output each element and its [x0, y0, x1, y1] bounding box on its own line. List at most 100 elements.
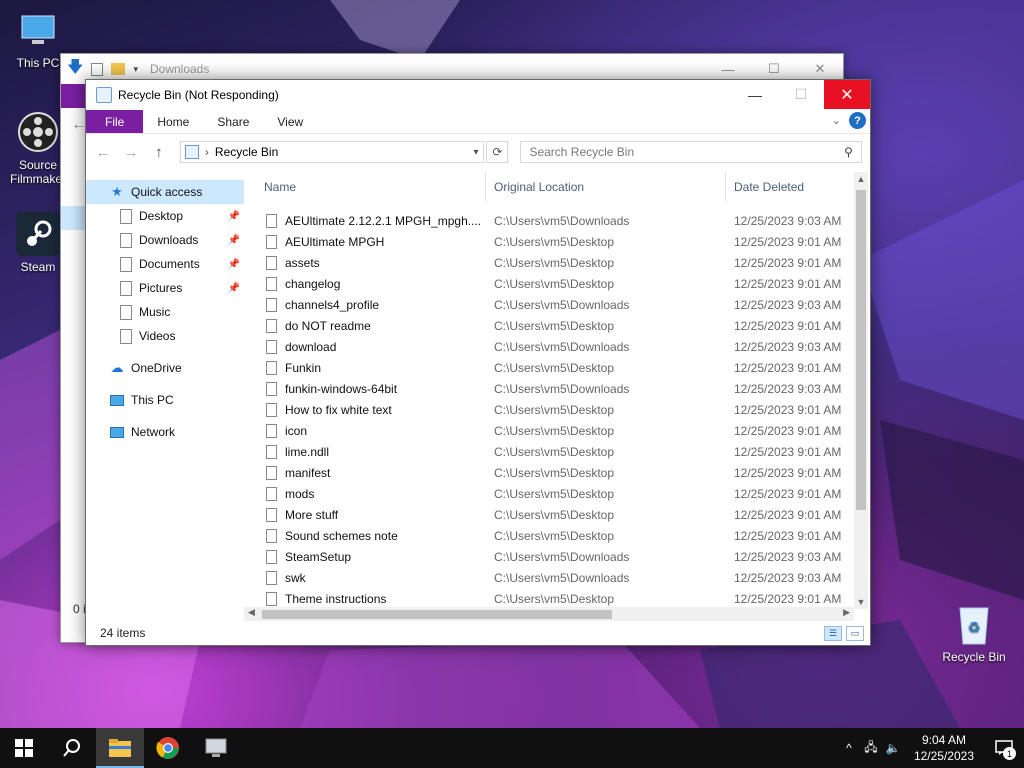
up-arrow-icon[interactable]: ↑: [150, 144, 168, 161]
details-view-button[interactable]: ☰: [824, 626, 842, 641]
folder-icon: [120, 304, 132, 320]
file-row[interactable]: Sound schemes note C:\Users\vm5\Desktop 12…: [256, 525, 856, 546]
file-name-cell: How to fix white text: [256, 402, 486, 417]
scroll-left-icon[interactable]: ◀: [248, 607, 255, 618]
tab-home[interactable]: Home: [143, 110, 203, 133]
file-row[interactable]: swk C:\Users\vm5\Downloads 12/25/2023 9:03…: [256, 567, 856, 588]
file-row[interactable]: AEUltimate 2.12.2.1 MPGH_mpgh.... C:\User…: [256, 210, 856, 231]
chrome-icon: [156, 737, 179, 759]
file-row[interactable]: How to fix white text C:\Users\vm5\Deskto…: [256, 399, 856, 420]
refresh-button[interactable]: ⟳: [486, 141, 509, 163]
column-date-deleted[interactable]: Date Deleted: [726, 172, 804, 202]
file-row[interactable]: lime.ndll C:\Users\vm5\Desktop 12/25/2023 …: [256, 441, 856, 462]
original-location-cell: C:\Users\vm5\Desktop: [494, 465, 615, 480]
properties-icon[interactable]: [91, 62, 104, 76]
file-row[interactable]: Funkin C:\Users\vm5\Desktop 12/25/2023 9:0…: [256, 357, 856, 378]
maximize-button[interactable]: ☐: [778, 80, 824, 109]
large-icons-view-button[interactable]: ▭: [846, 626, 864, 641]
date-deleted-cell: 12/25/2023 9:01 AM: [734, 318, 842, 333]
horizontal-scrollbar[interactable]: ◀ ▶: [244, 607, 854, 621]
column-original-location[interactable]: Original Location: [486, 172, 726, 202]
file-row[interactable]: icon C:\Users\vm5\Desktop 12/25/2023 9:01 …: [256, 420, 856, 441]
file-icon: [266, 444, 277, 459]
taskbar: ^ 🖧 🔈 9:04 AM 12/25/2023 1: [0, 728, 1024, 768]
window-titlebar[interactable]: Recycle Bin (Not Responding) — ☐ ✕: [86, 80, 870, 110]
clock[interactable]: 9:04 AM 12/25/2023: [904, 732, 984, 764]
back-arrow-icon[interactable]: ←: [94, 144, 112, 161]
breadcrumb[interactable]: Recycle Bin: [215, 145, 278, 159]
address-bar[interactable]: › Recycle Bin ▾: [179, 141, 485, 163]
original-location-cell: C:\Users\vm5\Desktop: [494, 255, 615, 270]
file-name: do NOT readme: [285, 318, 371, 333]
file-row[interactable]: mods C:\Users\vm5\Desktop 12/25/2023 9:01 …: [256, 483, 856, 504]
original-location-cell: C:\Users\vm5\Desktop: [494, 528, 615, 543]
volume-muted-icon[interactable]: 🔈: [882, 741, 904, 755]
tab-share[interactable]: Share: [203, 110, 263, 133]
pin-icon[interactable]: 📌: [228, 259, 240, 270]
file-row[interactable]: funkin-windows-64bit C:\Users\vm5\Downloa…: [256, 378, 856, 399]
file-row[interactable]: channels4_profile C:\Users\vm5\Downloads 1…: [256, 294, 856, 315]
file-row[interactable]: Theme instructions C:\Users\vm5\Desktop 12…: [256, 588, 856, 609]
control-panel-taskbar-button[interactable]: [192, 728, 240, 768]
recycle-bin-window[interactable]: Recycle Bin (Not Responding) — ☐ ✕ File …: [85, 79, 871, 646]
start-button[interactable]: [0, 728, 48, 768]
sidebar-item-onedrive[interactable]: ☁ OneDrive: [86, 356, 244, 380]
file-row[interactable]: changelog C:\Users\vm5\Desktop 12/25/2023 …: [256, 273, 856, 294]
forward-arrow-icon[interactable]: →: [122, 144, 140, 161]
date-deleted-cell: 12/25/2023 9:01 AM: [734, 360, 842, 375]
search-button[interactable]: [48, 728, 96, 768]
help-icon[interactable]: ?: [849, 112, 866, 129]
folder-icon: [120, 328, 132, 344]
pin-icon[interactable]: 📌: [228, 235, 240, 246]
original-location-cell: C:\Users\vm5\Downloads: [494, 381, 630, 396]
sidebar-item-pictures[interactable]: Pictures 📌: [86, 276, 244, 300]
scroll-down-icon[interactable]: ▼: [854, 597, 868, 607]
file-row[interactable]: SteamSetup C:\Users\vm5\Downloads 12/25/20…: [256, 546, 856, 567]
search-input[interactable]: Search Recycle Bin ⚲: [520, 141, 862, 163]
scroll-thumb[interactable]: [856, 190, 866, 510]
desktop-icon-recycle-bin[interactable]: ♻ Recycle Bin: [936, 602, 1012, 664]
search-icon: ⚲: [844, 145, 853, 159]
search-placeholder: Search Recycle Bin: [529, 145, 635, 159]
sidebar-item-music[interactable]: Music: [86, 300, 244, 324]
sidebar-item-desktop[interactable]: Desktop 📌: [86, 204, 244, 228]
vertical-scrollbar[interactable]: ▲ ▼: [854, 172, 868, 609]
sidebar-item-this-pc[interactable]: This PC: [86, 388, 244, 412]
scroll-up-icon[interactable]: ▲: [854, 174, 868, 184]
file-tab-partial[interactable]: [61, 84, 87, 108]
sidebar-item-downloads[interactable]: Downloads 📌: [86, 228, 244, 252]
sidebar-item-documents[interactable]: Documents 📌: [86, 252, 244, 276]
file-name: changelog: [285, 276, 341, 291]
file-explorer-taskbar-button[interactable]: [96, 728, 144, 768]
pin-icon[interactable]: 📌: [228, 283, 240, 294]
file-row[interactable]: download C:\Users\vm5\Downloads 12/25/2023…: [256, 336, 856, 357]
scroll-thumb[interactable]: [262, 610, 612, 619]
item-count: 24 items: [100, 626, 146, 640]
close-button[interactable]: ✕: [824, 80, 870, 109]
sidebar-item-network[interactable]: Network: [86, 420, 244, 444]
chevron-up-icon[interactable]: ^: [838, 741, 860, 755]
tab-file[interactable]: File: [86, 110, 144, 133]
tab-view[interactable]: View: [263, 110, 317, 133]
file-row[interactable]: manifest C:\Users\vm5\Desktop 12/25/2023 9…: [256, 462, 856, 483]
network-icon[interactable]: 🖧: [860, 738, 882, 759]
chevron-down-icon[interactable]: ▾: [133, 64, 138, 75]
file-row[interactable]: More stuff C:\Users\vm5\Desktop 12/25/2023…: [256, 504, 856, 525]
pin-icon[interactable]: 📌: [228, 211, 240, 222]
file-row[interactable]: assets C:\Users\vm5\Desktop 12/25/2023 9:0…: [256, 252, 856, 273]
file-name-cell: SteamSetup: [256, 549, 486, 564]
file-row[interactable]: AEUltimate MPGH C:\Users\vm5\Desktop 12/25…: [256, 231, 856, 252]
action-center-button[interactable]: 1: [984, 728, 1024, 768]
file-icon: [266, 507, 277, 522]
down-arrow-icon[interactable]: 🡇: [67, 56, 83, 83]
breadcrumb-separator-icon[interactable]: ›: [205, 145, 209, 159]
chevron-down-icon[interactable]: ▾: [473, 147, 478, 158]
folder-icon[interactable]: [111, 63, 126, 75]
sidebar-item-videos[interactable]: Videos: [86, 324, 244, 348]
sidebar-item-quick-access[interactable]: ★ Quick access: [86, 180, 244, 204]
file-row[interactable]: do NOT readme C:\Users\vm5\Desktop 12/25/2…: [256, 315, 856, 336]
minimize-button[interactable]: —: [732, 80, 778, 109]
chrome-taskbar-button[interactable]: [144, 728, 192, 768]
expand-ribbon-icon[interactable]: ⌄: [832, 114, 841, 127]
scroll-right-icon[interactable]: ▶: [843, 607, 850, 618]
